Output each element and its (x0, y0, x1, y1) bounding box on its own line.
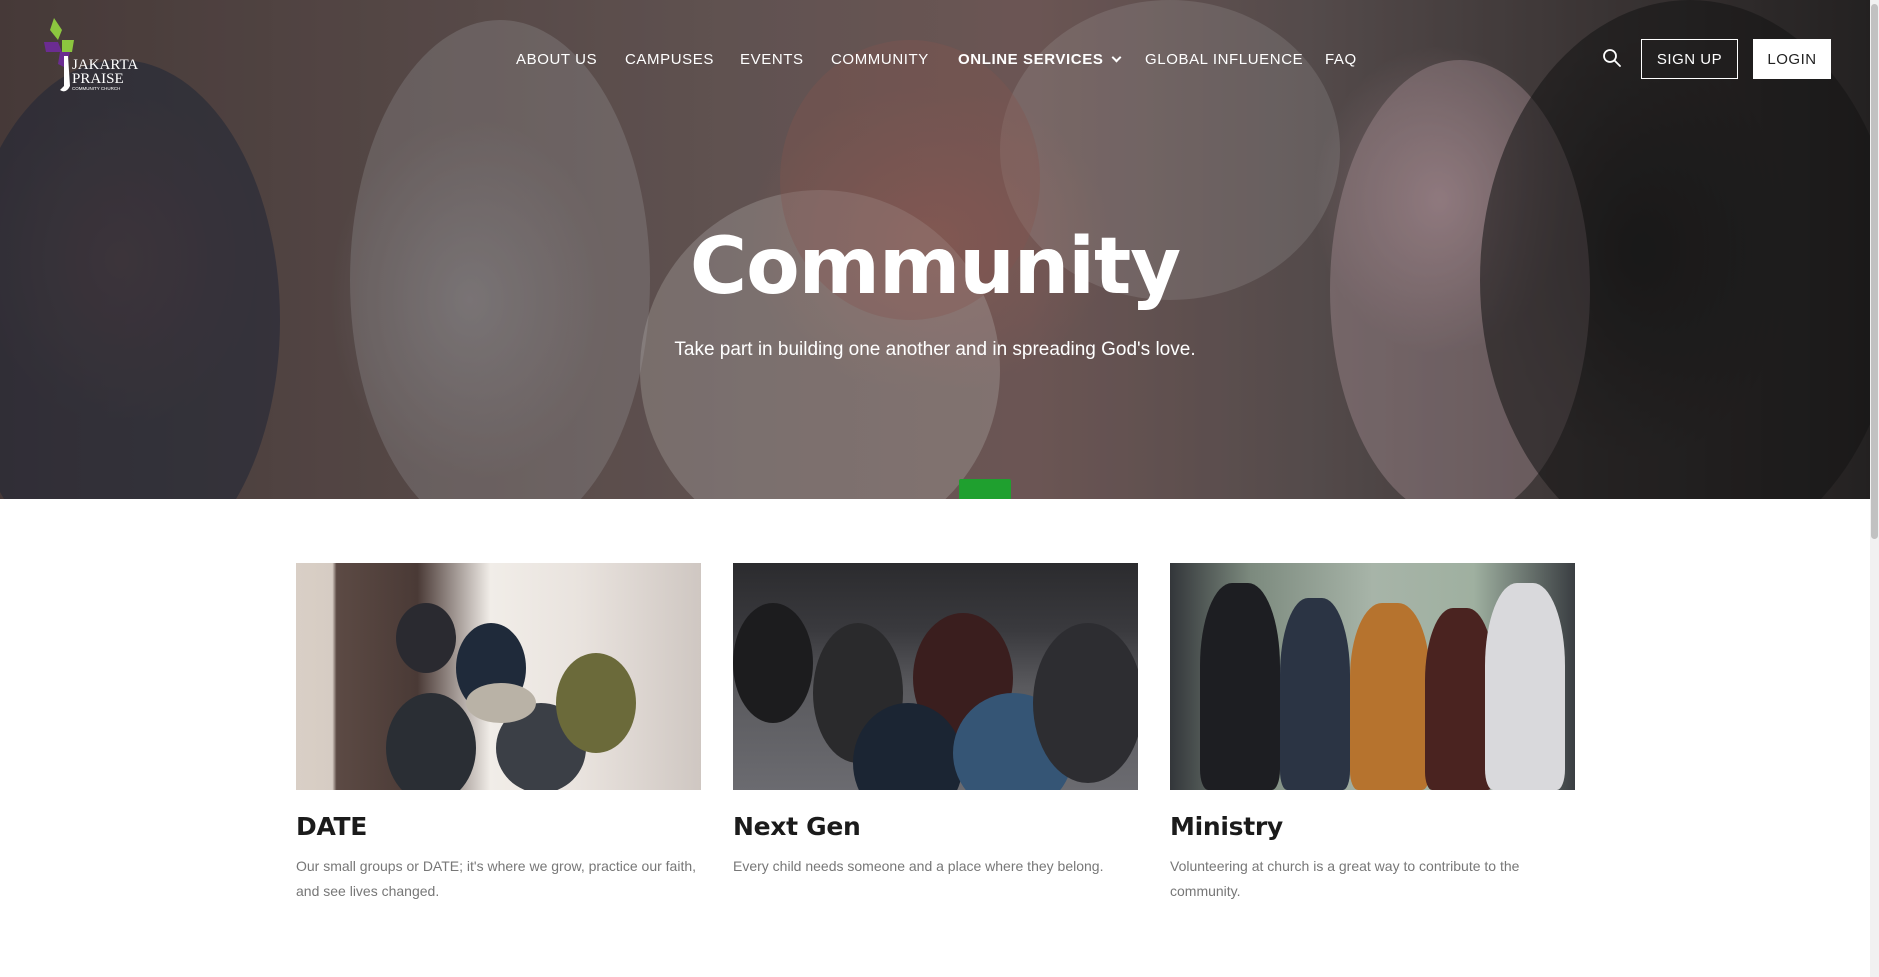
nav-item-label: ONLINE SERVICES (958, 51, 1104, 68)
page-subtitle: Take part in building one another and in… (674, 339, 1196, 360)
hero-banner: JAKARTA PRAISE COMMUNITY CHURCH ABOUT US… (0, 0, 1870, 499)
card-next-gen[interactable]: Next Gen Every child needs someone and a… (733, 563, 1138, 879)
logo-text: COMMUNITY CHURCH (72, 86, 120, 91)
card-title[interactable]: DATE (296, 811, 701, 843)
card-description: Our small groups or DATE; it's where we … (296, 858, 697, 899)
nav-item-campuses[interactable]: CAMPUSES (625, 48, 714, 72)
card-image[interactable] (733, 563, 1138, 790)
card-description: Volunteering at church is a great way to… (1170, 858, 1520, 899)
card-title[interactable]: Next Gen (733, 811, 1138, 843)
card-ministry[interactable]: Ministry Volunteering at church is a gre… (1170, 563, 1575, 904)
nav-item-faq[interactable]: FAQ (1325, 48, 1357, 72)
main-nav: ABOUT US CAMPUSES EVENTS COMMUNITY ONLIN… (0, 48, 1870, 72)
card-title[interactable]: Ministry (1170, 811, 1575, 843)
scrollbar-thumb[interactable] (1871, 4, 1878, 539)
card-image[interactable] (296, 563, 701, 790)
page-scrollbar[interactable] (1870, 0, 1879, 977)
nav-item-events[interactable]: EVENTS (740, 48, 804, 72)
hero-bottom-accent (959, 479, 1011, 499)
logo-text: PRAISE (72, 71, 124, 87)
card-image[interactable] (1170, 563, 1575, 790)
card-description: Every child needs someone and a place wh… (733, 858, 1104, 874)
search-icon[interactable] (1602, 48, 1622, 68)
nav-item-online-services[interactable]: ONLINE SERVICES (958, 48, 1122, 72)
sign-up-button[interactable]: SIGN UP (1641, 39, 1738, 79)
card-date[interactable]: DATE Our small groups or DATE; it's wher… (296, 563, 701, 904)
page-title: Community (689, 222, 1181, 312)
nav-item-global-influence[interactable]: GLOBAL INFLUENCE (1145, 48, 1303, 72)
nav-item-about-us[interactable]: ABOUT US (516, 48, 597, 72)
chevron-down-icon (1111, 52, 1122, 63)
login-button[interactable]: LOGIN (1753, 39, 1831, 79)
nav-item-community[interactable]: COMMUNITY (831, 48, 929, 72)
